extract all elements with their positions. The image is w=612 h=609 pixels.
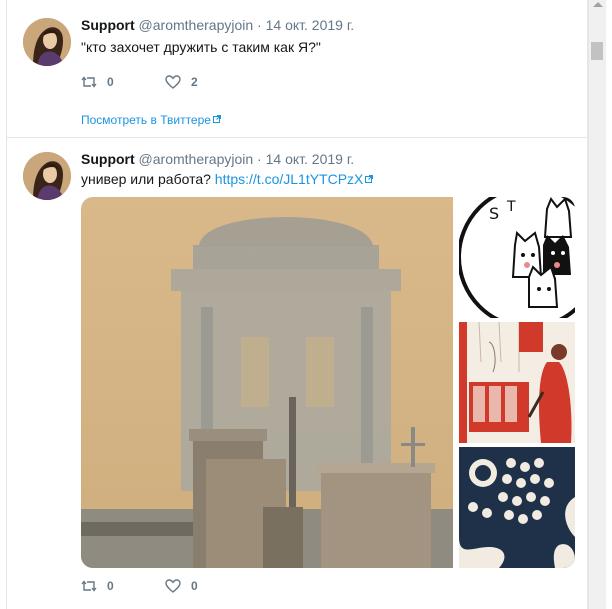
tweet-link[interactable]: https://t.co/JL1tYTCPzX — [215, 171, 374, 187]
like-button[interactable]: 2 — [165, 75, 198, 89]
tweet-text-body: универ или работа? — [81, 171, 211, 187]
user-name[interactable]: Support — [81, 151, 135, 167]
heart-icon — [165, 75, 181, 89]
tweet-actions: 0 2 — [81, 75, 246, 92]
retweet-button[interactable]: 0 — [81, 75, 114, 89]
tweet-link-text: https://t.co/JL1tYTCPzX — [214, 171, 364, 187]
photo-pattern[interactable] — [459, 447, 575, 568]
tweet-date[interactable]: 14 окт. 2019 г. — [266, 17, 355, 33]
retweet-button[interactable]: 0 — [81, 579, 114, 593]
tweet-text: универ или работа? https://t.co/JL1tYTCP… — [81, 171, 374, 187]
external-link-icon — [365, 175, 374, 183]
svg-text:S: S — [489, 204, 499, 223]
retweet-icon — [81, 580, 97, 592]
photo-tower[interactable] — [81, 197, 453, 568]
tweet-text: "кто захочет дружить с таким как Я?" — [81, 39, 321, 55]
scrollbar-thumb[interactable] — [591, 42, 603, 60]
tweet-header: Support @aromtherapyjoin · 14 окт. 2019 … — [81, 17, 354, 33]
tweet-header: Support @aromtherapyjoin · 14 окт. 2019 … — [81, 151, 354, 167]
avatar[interactable] — [23, 18, 71, 66]
photo-illustration[interactable] — [459, 322, 575, 443]
timeline: Support @aromtherapyjoin · 14 окт. 2019 … — [6, 0, 588, 609]
separator: · — [257, 151, 262, 167]
tweet[interactable]: Support @aromtherapyjoin · 14 окт. 2019 … — [7, 0, 587, 138]
tweet-actions: 0 0 — [81, 579, 246, 596]
retweet-count: 0 — [107, 579, 114, 593]
user-handle[interactable]: @aromtherapyjoin — [139, 151, 254, 167]
tweet[interactable]: Support @aromtherapyjoin · 14 окт. 2019 … — [7, 139, 587, 609]
avatar[interactable] — [23, 152, 71, 200]
scroll-up-arrow-icon[interactable] — [593, 2, 603, 7]
svg-text:T: T — [506, 199, 516, 215]
separator: · — [257, 17, 262, 33]
heart-icon — [165, 579, 181, 593]
photo-cats[interactable]: S T — [459, 197, 575, 318]
view-on-twitter-link[interactable]: Посмотреть в Твиттере — [81, 113, 221, 127]
view-link-label: Посмотреть в Твиттере — [81, 113, 211, 127]
user-handle[interactable]: @aromtherapyjoin — [139, 17, 254, 33]
external-link-icon — [212, 115, 221, 123]
like-count: 2 — [191, 75, 198, 89]
like-button[interactable]: 0 — [165, 579, 198, 593]
retweet-count: 0 — [107, 75, 114, 89]
media-grid[interactable]: S T — [81, 197, 575, 568]
retweet-icon — [81, 76, 97, 88]
user-name[interactable]: Support — [81, 17, 135, 33]
tweet-date[interactable]: 14 окт. 2019 г. — [266, 151, 355, 167]
scrollbar[interactable] — [588, 0, 606, 609]
like-count: 0 — [191, 579, 198, 593]
